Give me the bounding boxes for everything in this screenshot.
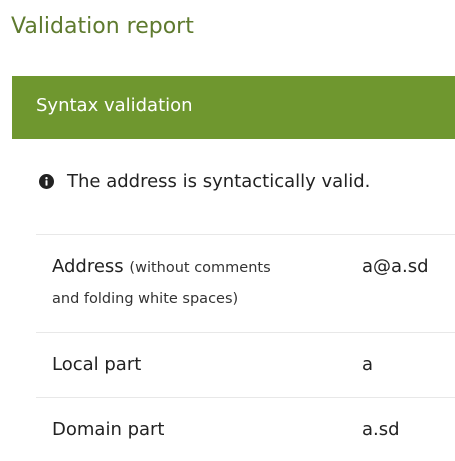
domain-part-value: a.sd (362, 419, 400, 440)
table-divider (36, 397, 455, 398)
address-label: Address (52, 256, 124, 277)
address-label-cell: Address (without comments (52, 256, 271, 277)
validation-status: The address is syntactically valid. (39, 171, 370, 192)
local-part-value: a (362, 354, 374, 375)
status-message: The address is syntactically valid. (67, 171, 371, 192)
address-note-continued: and folding white spaces) (52, 291, 239, 307)
validation-report-page: Validation report Syntax validation The … (0, 0, 455, 461)
address-note: (without comments (129, 260, 271, 276)
local-part-label: Local part (52, 354, 142, 375)
syntax-validation-header: Syntax validation (12, 76, 455, 139)
table-divider (36, 234, 455, 235)
info-icon (39, 174, 54, 189)
section-title: Syntax validation (36, 95, 193, 116)
page-title: Validation report (11, 14, 194, 39)
table-divider (36, 332, 455, 333)
address-value: a@a.sd (362, 256, 429, 277)
domain-part-label: Domain part (52, 419, 165, 440)
